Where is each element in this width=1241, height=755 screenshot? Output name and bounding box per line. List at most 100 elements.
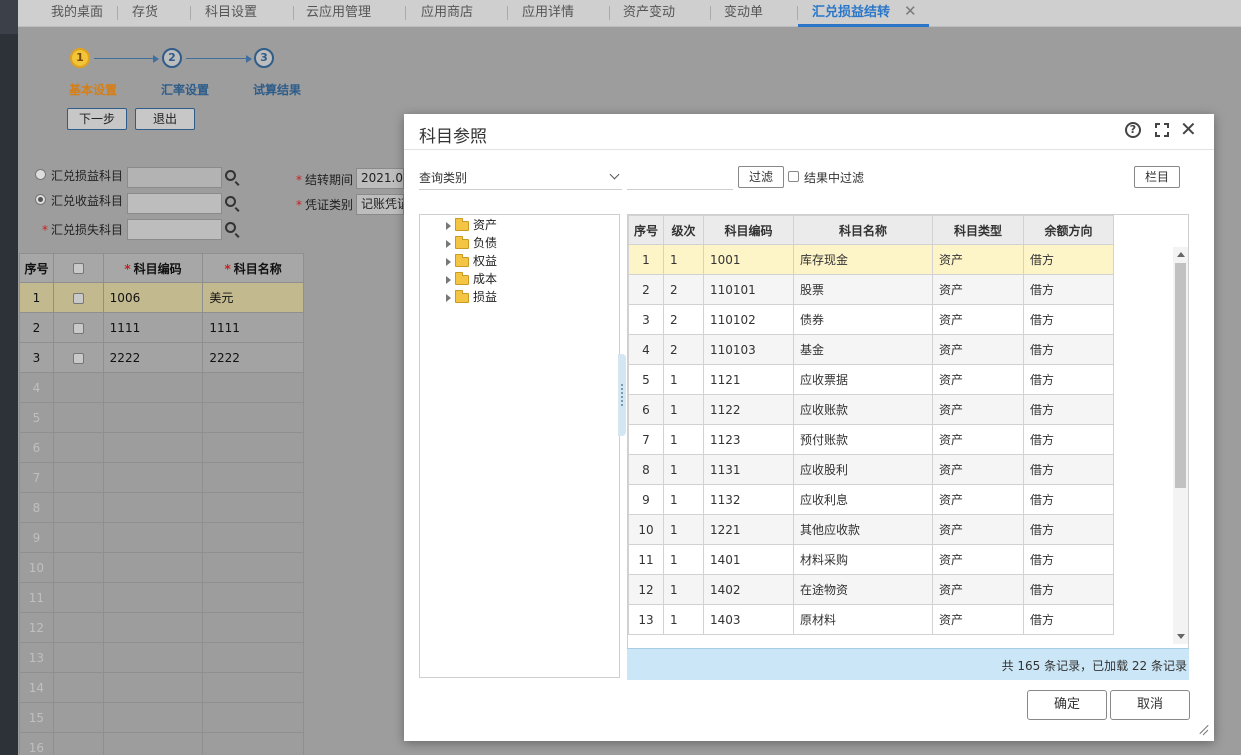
row-code[interactable]: 1401 xyxy=(703,544,794,575)
row-code[interactable]: 1123 xyxy=(703,424,794,455)
row-level[interactable]: 1 xyxy=(663,574,704,605)
row-name[interactable]: 应收账款 xyxy=(793,394,933,425)
row-code[interactable]: 1121 xyxy=(703,364,794,395)
exchange-gainloss-radio[interactable] xyxy=(35,169,46,180)
exchange-gainloss-input[interactable] xyxy=(127,167,222,188)
tab-app-store[interactable]: 应用商店 xyxy=(407,0,487,26)
tab-app-details[interactable]: 应用详情 xyxy=(508,0,588,26)
exchange-loss-input[interactable] xyxy=(127,219,222,240)
confirm-button[interactable]: 确定 xyxy=(1027,690,1107,720)
row-type[interactable]: 资产 xyxy=(932,334,1024,365)
exchange-gain-input[interactable] xyxy=(127,193,222,214)
tab-desktop[interactable]: 我的桌面 xyxy=(37,0,117,26)
row-num[interactable]: 11 xyxy=(628,544,664,575)
row-name[interactable]: 债券 xyxy=(793,304,933,335)
expand-arrow-icon[interactable] xyxy=(446,275,451,284)
maximize-icon[interactable] xyxy=(1155,123,1169,137)
row-num[interactable]: 4 xyxy=(628,334,664,365)
row-direction[interactable]: 借方 xyxy=(1023,304,1114,335)
expand-arrow-icon[interactable] xyxy=(446,221,451,230)
row-direction[interactable]: 借方 xyxy=(1023,454,1114,485)
filter-button[interactable]: 过滤 xyxy=(738,166,784,188)
row-num[interactable]: 13 xyxy=(628,604,664,635)
row-type[interactable]: 资产 xyxy=(932,274,1024,305)
row-direction[interactable]: 借方 xyxy=(1023,334,1114,365)
row-direction[interactable]: 借方 xyxy=(1023,424,1114,455)
select-all-checkbox[interactable] xyxy=(72,263,84,274)
row-name[interactable]: 1111 xyxy=(202,312,304,343)
row-name[interactable]: 库存现金 xyxy=(793,244,933,275)
row-code[interactable]: 1132 xyxy=(703,484,794,515)
table-row[interactable]: 2 1111 1111 xyxy=(19,312,304,343)
row-num[interactable]: 9 xyxy=(628,484,664,515)
row-level[interactable]: 1 xyxy=(663,604,704,635)
row-name[interactable]: 美元 xyxy=(202,282,304,313)
row-checkbox[interactable] xyxy=(72,322,84,334)
table-row[interactable]: 9 1 1132 应收利息 资产 借方 xyxy=(628,484,1114,515)
row-code[interactable]: 1402 xyxy=(703,574,794,605)
exit-button[interactable]: 退出 xyxy=(135,108,195,130)
row-num[interactable]: 12 xyxy=(628,574,664,605)
row-level[interactable]: 1 xyxy=(663,484,704,515)
row-num[interactable]: 8 xyxy=(628,454,664,485)
row-level[interactable]: 1 xyxy=(663,544,704,575)
row-type[interactable]: 资产 xyxy=(932,394,1024,425)
tree-item-equity[interactable]: 权益 xyxy=(446,252,497,270)
row-checkbox[interactable] xyxy=(72,352,84,364)
row-code[interactable]: 110102 xyxy=(703,304,794,335)
row-direction[interactable]: 借方 xyxy=(1023,394,1114,425)
row-type[interactable]: 资产 xyxy=(932,604,1024,635)
tab-asset-change[interactable]: 资产变动 xyxy=(609,0,689,26)
row-type[interactable]: 资产 xyxy=(932,484,1024,515)
next-step-button[interactable]: 下一步 xyxy=(67,108,127,130)
row-name[interactable]: 基金 xyxy=(793,334,933,365)
table-scrollbar[interactable] xyxy=(1173,247,1188,644)
table-row[interactable]: 1 1 1001 库存现金 资产 借方 xyxy=(628,244,1114,275)
tab-subject-settings[interactable]: 科目设置 xyxy=(191,0,271,26)
row-name[interactable]: 材料采购 xyxy=(793,544,933,575)
period-input[interactable]: 2021.06 xyxy=(356,168,404,189)
table-row[interactable]: 10 1 1221 其他应收款 资产 借方 xyxy=(628,514,1114,545)
row-level[interactable]: 2 xyxy=(663,304,704,335)
table-row[interactable]: 13 1 1403 原材料 资产 借方 xyxy=(628,604,1114,635)
expand-arrow-icon[interactable] xyxy=(446,239,451,248)
row-name[interactable]: 应收股利 xyxy=(793,454,933,485)
tree-item-profit-loss[interactable]: 损益 xyxy=(446,288,497,306)
voucher-type-select[interactable]: 记账凭证 xyxy=(356,194,404,215)
row-code[interactable]: 110103 xyxy=(703,334,794,365)
table-row[interactable]: 3 2222 2222 xyxy=(19,342,304,373)
row-direction[interactable]: 借方 xyxy=(1023,604,1114,635)
row-direction[interactable]: 借方 xyxy=(1023,244,1114,275)
tab-cloud-app-mgmt[interactable]: 云应用管理 xyxy=(292,0,385,26)
row-code[interactable]: 1006 xyxy=(102,282,204,313)
row-code[interactable]: 2222 xyxy=(102,342,204,373)
row-num[interactable]: 1 xyxy=(628,244,664,275)
row-level[interactable]: 2 xyxy=(663,274,704,305)
row-checkbox[interactable] xyxy=(72,292,84,304)
row-num[interactable]: 5 xyxy=(628,364,664,395)
panel-splitter-handle[interactable] xyxy=(618,354,626,436)
row-type[interactable]: 资产 xyxy=(932,574,1024,605)
row-checkbox-cell[interactable] xyxy=(52,342,104,373)
row-code[interactable]: 1403 xyxy=(703,604,794,635)
filter-in-result-checkbox[interactable] xyxy=(788,171,799,182)
row-num[interactable]: 2 xyxy=(628,274,664,305)
table-row[interactable]: 2 2 110101 股票 资产 借方 xyxy=(628,274,1114,305)
close-icon[interactable]: ✕ xyxy=(1180,118,1197,140)
table-row[interactable]: 5 1 1121 应收票据 资产 借方 xyxy=(628,364,1114,395)
row-direction[interactable]: 借方 xyxy=(1023,364,1114,395)
exchange-loss-search-icon[interactable] xyxy=(222,219,242,240)
table-row[interactable]: 1 1006 美元 xyxy=(19,282,304,313)
row-name[interactable]: 其他应收款 xyxy=(793,514,933,545)
row-checkbox-cell[interactable] xyxy=(52,312,104,343)
row-num[interactable]: 7 xyxy=(628,424,664,455)
row-type[interactable]: 资产 xyxy=(932,244,1024,275)
row-code[interactable]: 1122 xyxy=(703,394,794,425)
table-row[interactable]: 6 1 1122 应收账款 资产 借方 xyxy=(628,394,1114,425)
row-num[interactable]: 3 xyxy=(628,304,664,335)
query-category-select[interactable]: 查询类别 xyxy=(419,166,622,190)
row-level[interactable]: 1 xyxy=(663,244,704,275)
row-level[interactable]: 1 xyxy=(663,514,704,545)
filter-input[interactable] xyxy=(627,166,733,190)
scroll-up-icon[interactable] xyxy=(1177,252,1185,257)
